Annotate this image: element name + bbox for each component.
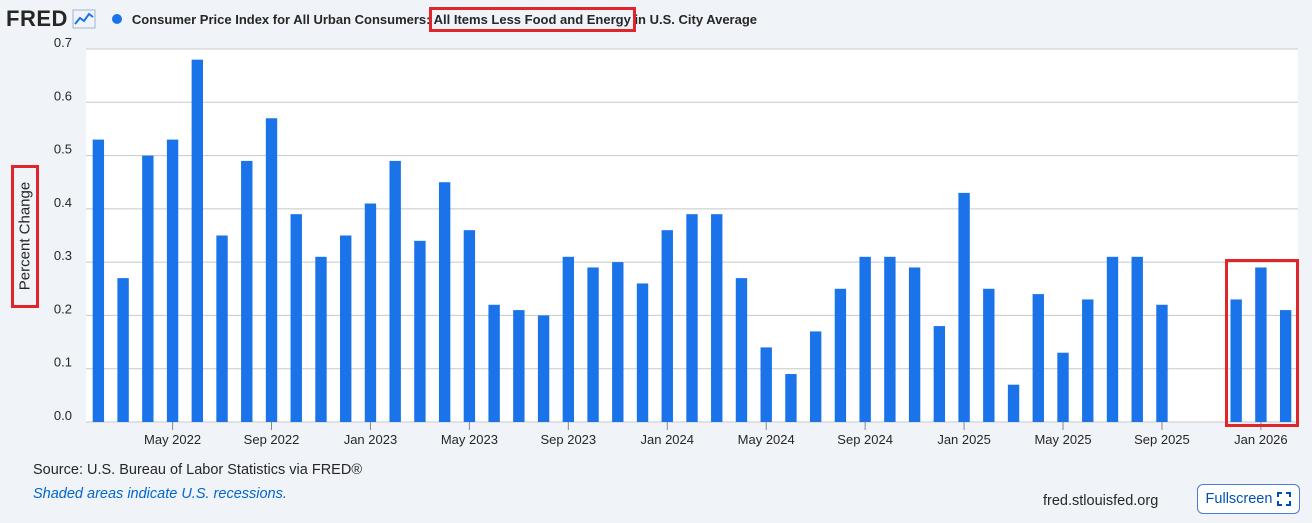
recent-bars-highlight-box bbox=[1225, 259, 1299, 427]
bar[interactable] bbox=[933, 326, 946, 422]
y-axis-label: Percent Change bbox=[16, 181, 34, 291]
x-tick-label: May 2024 bbox=[738, 432, 795, 447]
bar[interactable] bbox=[1007, 384, 1020, 422]
bar[interactable] bbox=[983, 288, 995, 422]
fullscreen-button[interactable]: Fullscreen bbox=[1197, 484, 1300, 514]
bar[interactable] bbox=[612, 262, 624, 422]
fullscreen-label: Fullscreen bbox=[1205, 491, 1273, 507]
x-tick-label: May 2025 bbox=[1034, 432, 1091, 447]
y-tick-label: 0.5 bbox=[54, 142, 72, 157]
bar[interactable] bbox=[711, 214, 723, 422]
bar[interactable] bbox=[661, 230, 673, 422]
y-tick-label: 0.0 bbox=[54, 408, 72, 423]
y-tick-label: 0.3 bbox=[54, 248, 72, 263]
expand-icon bbox=[1277, 492, 1292, 506]
x-tick-label: May 2023 bbox=[441, 432, 498, 447]
bar-chart: 0.0 0.1 0.2 0.3 0.4 0.5 0.6 0.7 May 2022 Sep 202… bbox=[54, 35, 1298, 447]
bar[interactable] bbox=[142, 155, 154, 423]
x-tick-label: Jan 2024 bbox=[641, 432, 695, 447]
bar[interactable] bbox=[513, 310, 525, 422]
x-tick-label: Sep 2024 bbox=[837, 432, 893, 447]
y-tick-label: 0.4 bbox=[54, 195, 72, 210]
y-axis-ticks: 0.0 0.1 0.2 0.3 0.4 0.5 0.6 0.7 bbox=[54, 35, 72, 423]
bar[interactable] bbox=[438, 182, 451, 422]
x-tick-label: Sep 2025 bbox=[1134, 432, 1190, 447]
bar[interactable] bbox=[389, 160, 401, 422]
bar[interactable] bbox=[364, 203, 377, 422]
bar[interactable] bbox=[884, 256, 896, 422]
x-tick-label: Sep 2022 bbox=[244, 432, 300, 447]
y-tick-label: 0.6 bbox=[54, 88, 72, 103]
bar[interactable] bbox=[785, 374, 797, 422]
y-tick-label: 0.7 bbox=[54, 35, 72, 50]
y-tick-label: 0.2 bbox=[54, 301, 72, 316]
x-tick-label: May 2022 bbox=[144, 432, 201, 447]
bar[interactable] bbox=[241, 160, 253, 422]
x-tick-label: Jan 2026 bbox=[1234, 432, 1288, 447]
bar[interactable] bbox=[908, 267, 921, 422]
bar[interactable] bbox=[587, 267, 599, 422]
source-note: Source: U.S. Bureau of Labor Statistics … bbox=[33, 462, 363, 478]
bar[interactable] bbox=[537, 315, 550, 422]
x-tick-label: Jan 2023 bbox=[344, 432, 398, 447]
bar[interactable] bbox=[414, 240, 426, 422]
bar[interactable] bbox=[463, 230, 476, 422]
bar[interactable] bbox=[1032, 294, 1044, 422]
x-tick-label: Sep 2023 bbox=[540, 432, 596, 447]
bar[interactable] bbox=[265, 118, 278, 423]
bar[interactable] bbox=[735, 278, 748, 422]
bar[interactable] bbox=[834, 288, 847, 422]
bar[interactable] bbox=[1106, 256, 1119, 422]
bar[interactable] bbox=[92, 139, 105, 423]
bar[interactable] bbox=[636, 283, 649, 422]
bar[interactable] bbox=[809, 331, 822, 422]
bar[interactable] bbox=[166, 139, 179, 423]
bar[interactable] bbox=[315, 256, 327, 422]
bar[interactable] bbox=[760, 347, 772, 422]
bar[interactable] bbox=[686, 214, 698, 422]
bar[interactable] bbox=[1156, 304, 1168, 422]
bar[interactable] bbox=[290, 214, 302, 422]
bar[interactable] bbox=[216, 235, 228, 423]
recession-note: Shaded areas indicate U.S. recessions. bbox=[33, 486, 287, 502]
bar[interactable] bbox=[1082, 299, 1094, 422]
x-tick-label: Jan 2025 bbox=[937, 432, 991, 447]
bar[interactable] bbox=[117, 278, 129, 422]
y-tick-label: 0.1 bbox=[54, 355, 72, 370]
x-axis-ticks: May 2022 Sep 2022 Jan 2023 May 2023 Sep 2023… bbox=[144, 422, 1288, 447]
bar[interactable] bbox=[859, 256, 871, 422]
bar[interactable] bbox=[191, 59, 203, 423]
bar[interactable] bbox=[1057, 352, 1069, 422]
site-url[interactable]: fred.stlouisfed.org bbox=[1043, 493, 1158, 509]
bar[interactable] bbox=[488, 304, 500, 422]
bar[interactable] bbox=[958, 192, 970, 422]
bar[interactable] bbox=[1131, 256, 1143, 422]
bar[interactable] bbox=[562, 256, 575, 422]
bar[interactable] bbox=[340, 235, 352, 423]
